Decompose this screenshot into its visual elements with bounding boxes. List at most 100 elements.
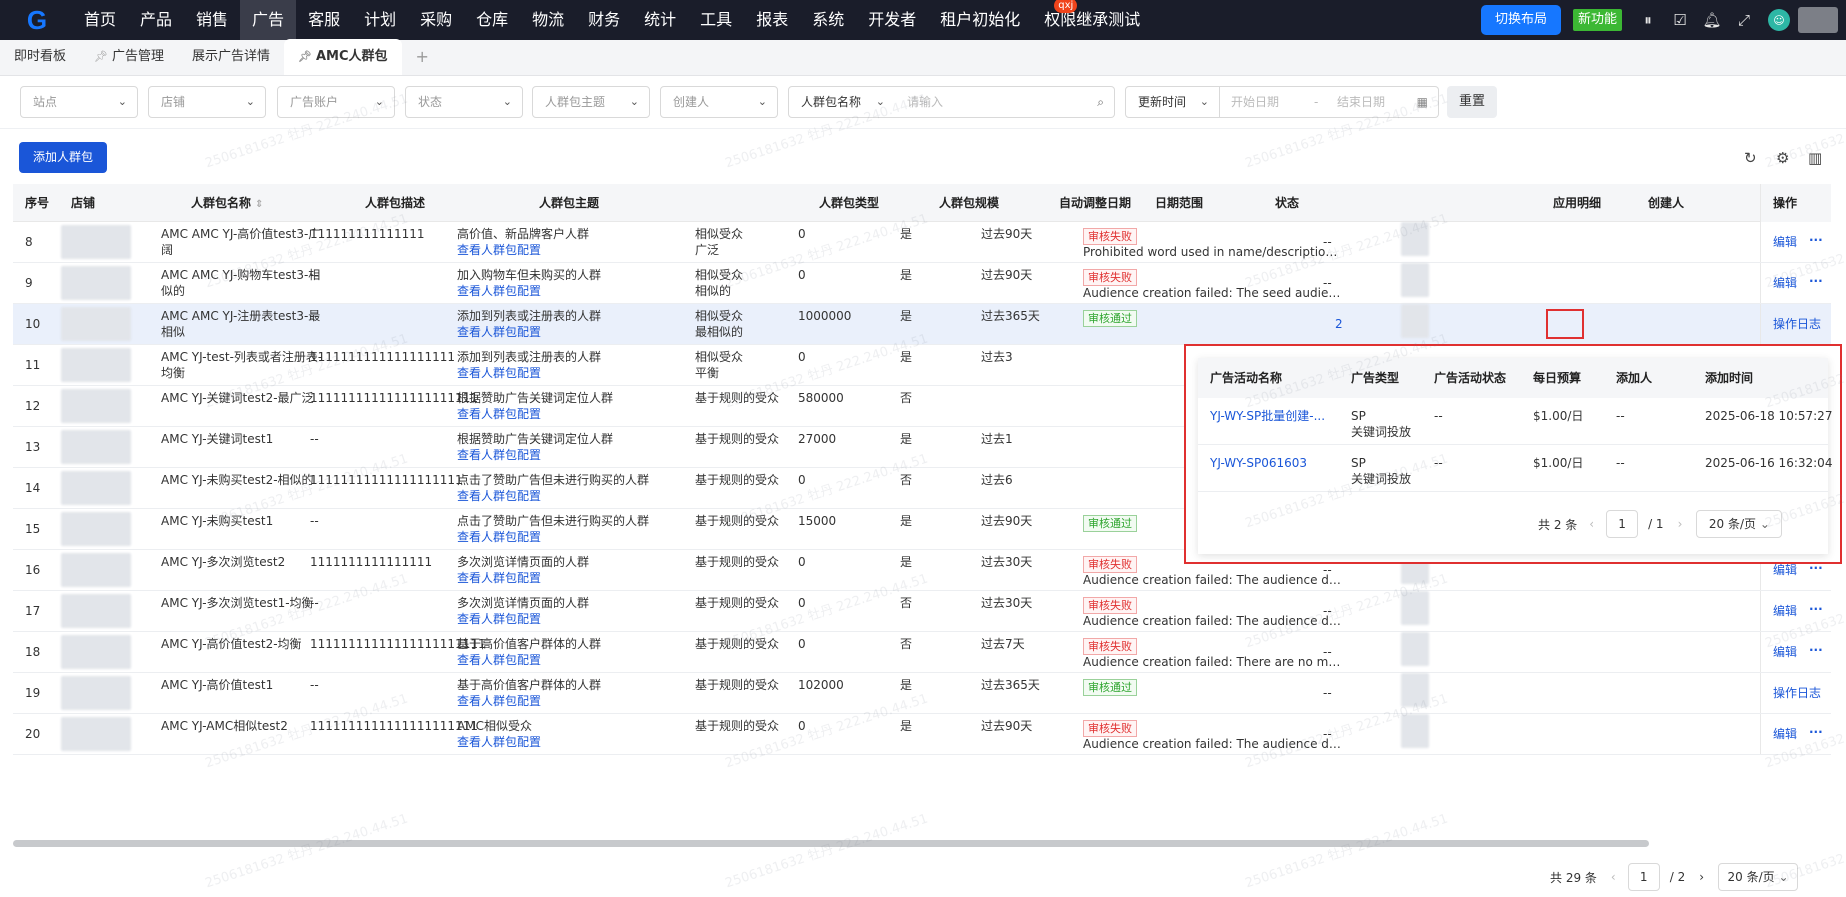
- view-config-link[interactable]: 查看人群包配置: [457, 447, 541, 464]
- nav-item[interactable]: 报表: [744, 0, 800, 40]
- expand-icon[interactable]: ⤢: [1728, 0, 1760, 40]
- horizontal-scrollbar[interactable]: [13, 840, 1649, 847]
- switch-layout-button[interactable]: 切换布局: [1480, 5, 1561, 35]
- name-field-select[interactable]: 人群包名称 ⌄: [788, 86, 896, 118]
- view-config-link[interactable]: 查看人群包配置: [457, 570, 541, 587]
- more-icon[interactable]: ···: [1809, 724, 1823, 741]
- date-range: 过去30天: [981, 555, 1033, 569]
- gear-icon[interactable]: ⚙: [1776, 149, 1789, 167]
- edit-link[interactable]: 编辑: [1773, 603, 1797, 620]
- edit-link[interactable]: 编辑: [1773, 644, 1797, 661]
- page-count: / 2: [1669, 870, 1686, 884]
- pause-circle-icon[interactable]: ⏸: [1632, 0, 1664, 40]
- view-config-link[interactable]: 查看人群包配置: [457, 734, 541, 751]
- ad-type: SP: [1351, 409, 1366, 423]
- nav-item[interactable]: 首页: [72, 0, 128, 40]
- campaign-name-link[interactable]: YJ-WY-SP061603: [1210, 455, 1307, 472]
- site-select[interactable]: 站点 ⌄: [20, 86, 138, 118]
- store-select[interactable]: 店铺 ⌄: [148, 86, 266, 118]
- operation-log-link[interactable]: 操作日志: [1773, 685, 1821, 702]
- edit-link[interactable]: 编辑: [1773, 562, 1797, 579]
- nav-item[interactable]: 销售: [184, 0, 240, 40]
- tab-dashboard[interactable]: 即时看板: [0, 39, 80, 75]
- tab-ad-management[interactable]: 📌︎ 广告管理: [80, 39, 178, 75]
- nav-item[interactable]: 产品: [128, 0, 184, 40]
- tab-bar: 即时看板 📌︎ 广告管理 展示广告详情 📌︎ AMC人群包 +: [0, 39, 1846, 76]
- view-config-link[interactable]: 查看人群包配置: [457, 242, 541, 259]
- avatar[interactable]: ☺: [1768, 9, 1790, 31]
- start-date[interactable]: 开始日期: [1231, 87, 1279, 117]
- view-config-link[interactable]: 查看人群包配置: [457, 652, 541, 669]
- nav-item[interactable]: 仓库: [464, 0, 520, 40]
- checkbox-icon[interactable]: ☑: [1664, 0, 1696, 40]
- tab-amc-audience[interactable]: 📌︎ AMC人群包: [284, 39, 402, 75]
- operation-log-link[interactable]: 操作日志: [1773, 316, 1821, 333]
- per-page-select[interactable]: 20 条/页 ⌄: [1718, 863, 1799, 891]
- nav-item[interactable]: 客服: [296, 0, 352, 40]
- sort-icon[interactable]: ⇕: [255, 199, 263, 210]
- view-config-link[interactable]: 查看人群包配置: [457, 406, 541, 423]
- popup-prev-icon[interactable]: ‹: [1589, 517, 1594, 531]
- application-detail[interactable]: 2: [1335, 316, 1343, 333]
- col-name[interactable]: 人群包名称 ⇕: [191, 184, 263, 222]
- nav-item[interactable]: 租户初始化: [928, 0, 1032, 40]
- nav-item[interactable]: 计划: [352, 0, 408, 40]
- add-tab-button[interactable]: +: [402, 39, 443, 75]
- more-icon[interactable]: ···: [1809, 601, 1823, 618]
- username[interactable]: [1798, 7, 1838, 33]
- popup-per-page-select[interactable]: 20 条/页 ⌄: [1696, 510, 1783, 538]
- col-detail: 应用明细: [1553, 196, 1602, 210]
- view-config-link[interactable]: 查看人群包配置: [457, 611, 541, 628]
- page-input[interactable]: 1: [1627, 863, 1660, 891]
- bell-icon[interactable]: 🔔︎: [1696, 0, 1728, 40]
- campaign-name-link[interactable]: YJ-WY-SP批量创建-...: [1210, 408, 1325, 425]
- view-config-link[interactable]: 查看人群包配置: [457, 693, 541, 710]
- nav-item[interactable]: 开发者: [856, 0, 928, 40]
- refresh-icon[interactable]: ↻: [1744, 149, 1757, 167]
- nav-item[interactable]: 财务: [576, 0, 632, 40]
- app-logo[interactable]: G: [0, 0, 72, 40]
- nav-item[interactable]: 权限继承测试 qxj: [1032, 0, 1152, 40]
- end-date[interactable]: 结束日期: [1337, 87, 1385, 117]
- table-row: 17 AMC YJ-多次浏览test1-均衡 -- 多次浏览详情页面的人群 查看人群包配…: [13, 591, 1831, 632]
- search-input[interactable]: 请输入 ⌕: [895, 86, 1115, 118]
- time-field-select[interactable]: 更新时间 ⌄: [1125, 86, 1220, 118]
- add-audience-button[interactable]: 添加人群包: [19, 142, 108, 173]
- nav-item[interactable]: 采购: [408, 0, 464, 40]
- status-select[interactable]: 状态 ⌄: [405, 86, 523, 118]
- nav-item[interactable]: 系统: [800, 0, 856, 40]
- more-icon[interactable]: ···: [1809, 642, 1823, 659]
- edit-link[interactable]: 编辑: [1773, 275, 1797, 292]
- theme-select[interactable]: 人群包主题 ⌄: [532, 86, 650, 118]
- popup-table: 广告活动名称 广告类型 广告活动状态 每日预算 添加人 添加时间 YJ-WY-S…: [1198, 358, 1832, 554]
- audience-theme: 多次浏览详情页面的人群: [457, 596, 590, 610]
- store-blurred: [61, 717, 131, 751]
- campaign-status: --: [1434, 409, 1443, 423]
- more-icon[interactable]: ···: [1809, 232, 1823, 249]
- nav-item[interactable]: 广告: [240, 0, 297, 40]
- creator-select[interactable]: 创建人 ⌄: [660, 86, 778, 118]
- view-config-link[interactable]: 查看人群包配置: [457, 488, 541, 505]
- tab-display-ad-detail[interactable]: 展示广告详情: [178, 39, 284, 75]
- date-range-picker[interactable]: 开始日期 - 结束日期 ▦: [1219, 86, 1439, 118]
- view-config-link[interactable]: 查看人群包配置: [457, 324, 541, 341]
- nav-item[interactable]: 工具: [688, 0, 744, 40]
- ad-account-select[interactable]: 广告账户 ⌄: [277, 86, 395, 118]
- popup-page-input[interactable]: 1: [1606, 510, 1639, 538]
- columns-icon[interactable]: ▥: [1808, 149, 1822, 167]
- view-config-link[interactable]: 查看人群包配置: [457, 365, 541, 382]
- more-icon[interactable]: ···: [1809, 273, 1823, 290]
- audience-size: 0: [798, 227, 806, 241]
- view-config-link[interactable]: 查看人群包配置: [457, 283, 541, 300]
- view-config-link[interactable]: 查看人群包配置: [457, 529, 541, 546]
- nav-item[interactable]: 统计: [632, 0, 688, 40]
- store-blurred: [61, 676, 131, 710]
- next-page-icon[interactable]: ›: [1699, 870, 1704, 884]
- prev-page-icon[interactable]: ‹: [1611, 870, 1616, 884]
- edit-link[interactable]: 编辑: [1773, 234, 1797, 251]
- nav-item[interactable]: 物流: [520, 0, 576, 40]
- popup-next-icon[interactable]: ›: [1678, 517, 1683, 531]
- edit-link[interactable]: 编辑: [1773, 726, 1797, 743]
- new-feature-button[interactable]: 新功能: [1572, 9, 1622, 31]
- reset-button[interactable]: 重置: [1447, 86, 1497, 118]
